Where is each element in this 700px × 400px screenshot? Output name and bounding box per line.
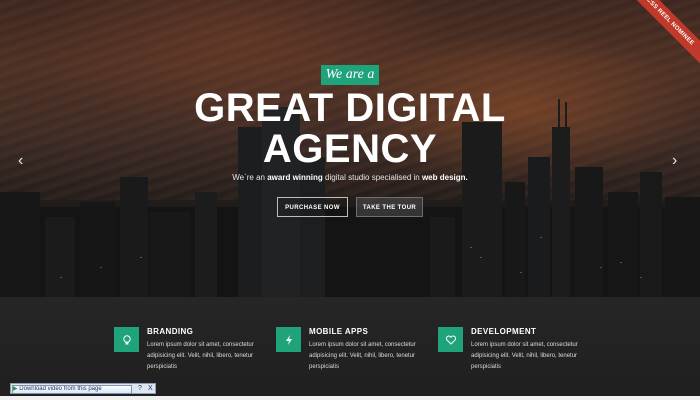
feature-text: Lorem ipsum dolor sit amet, consectetur …	[309, 342, 416, 370]
bottom-strip	[0, 396, 700, 400]
feature-title: DEVELOPMENT	[471, 327, 537, 336]
lightbulb-icon	[114, 327, 139, 352]
download-video-bar: ▶ Download video from this page ? X	[10, 383, 156, 394]
play-icon: ▶	[13, 386, 18, 392]
download-video-label: Download video from this page	[19, 386, 102, 392]
feature-title: MOBILE APPS	[309, 327, 369, 336]
feature-text: Lorem ipsum dolor sit amet, consectetur …	[147, 342, 254, 370]
subtitle-bold-award: award winning	[267, 173, 323, 182]
download-video-button[interactable]: ▶ Download video from this page	[12, 385, 132, 394]
hero-subtitle: We`re an award winning digital studio sp…	[0, 173, 700, 182]
hero-title-line1: GREAT DIGITAL	[194, 86, 506, 130]
purchase-now-button[interactable]: PURCHASE NOW	[277, 197, 348, 217]
heart-icon	[438, 327, 463, 352]
take-the-tour-button[interactable]: TAKE THE TOUR	[356, 197, 423, 217]
close-icon[interactable]: X	[148, 384, 153, 393]
hero-title-line2: AGENCY	[262, 127, 438, 171]
feature-text: Lorem ipsum dolor sit amet, consectetur …	[471, 342, 578, 370]
hero-section: CSS REEL NOMINEE ‹ › We are a GREAT DIGI…	[0, 0, 700, 297]
subtitle-bold-web: web design.	[421, 173, 468, 182]
subtitle-mid: digital studio specialised in	[322, 173, 422, 182]
feature-title: BRANDING	[147, 327, 194, 336]
hero-pre-title: We are a	[321, 65, 379, 85]
help-icon[interactable]: ?	[138, 384, 142, 393]
subtitle-start: We`re an	[232, 173, 268, 182]
lightning-icon	[276, 327, 301, 352]
